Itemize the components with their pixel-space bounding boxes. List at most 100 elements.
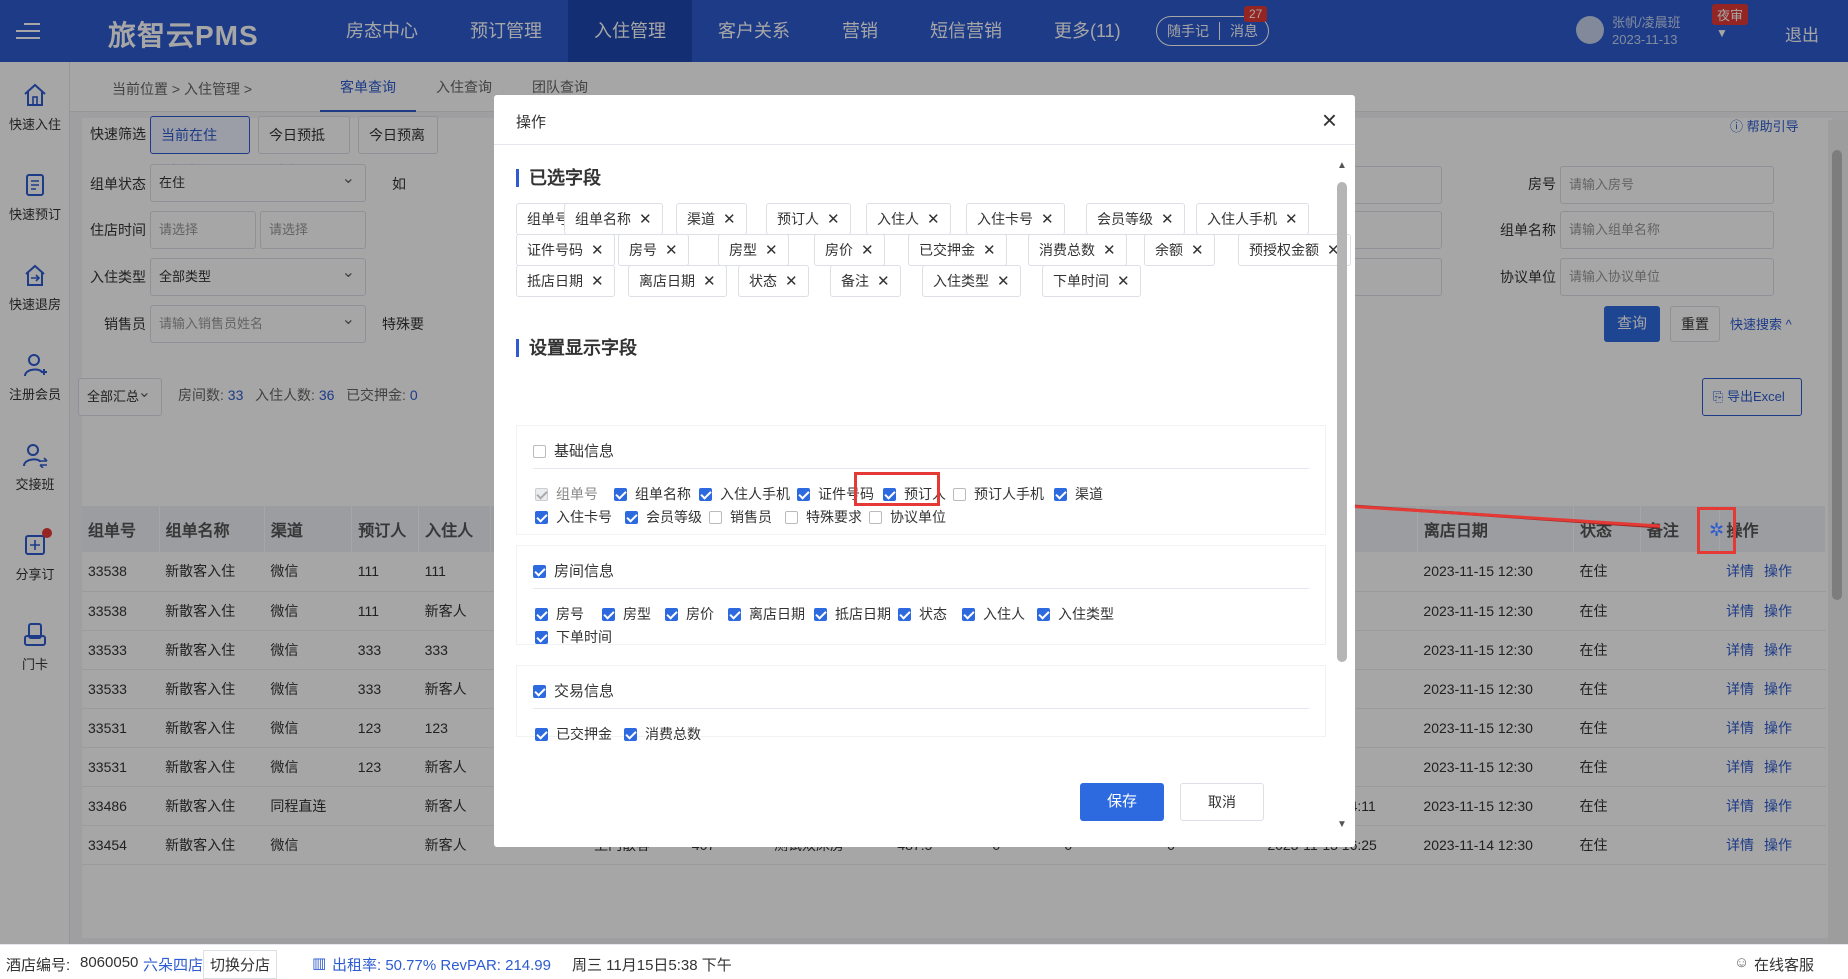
- field-label: 组单名称: [635, 486, 691, 502]
- remove-tag-icon[interactable]: ✕: [639, 211, 652, 228]
- field-checkbox[interactable]: 协议单位: [869, 507, 946, 527]
- checkbox-icon[interactable]: [797, 488, 810, 501]
- selected-field-tag: 组单名称 ✕: [564, 203, 663, 235]
- checkbox-icon[interactable]: [814, 608, 827, 621]
- selected-field-tag: 房型 ✕: [718, 234, 789, 266]
- field-label: 渠道: [1075, 486, 1103, 502]
- remove-tag-icon[interactable]: ✕: [591, 242, 604, 259]
- save-button[interactable]: 保存: [1080, 783, 1164, 821]
- field-checkbox[interactable]: 渠道: [1054, 484, 1103, 504]
- checkbox-icon[interactable]: [533, 565, 546, 578]
- online-support-button[interactable]: 在线客服: [1754, 954, 1814, 975]
- checkbox-icon[interactable]: [785, 511, 798, 524]
- checkbox-icon[interactable]: [898, 608, 911, 621]
- remove-tag-icon[interactable]: ✕: [1191, 242, 1204, 259]
- checkbox-icon[interactable]: [535, 511, 548, 524]
- tag-label: 房价: [825, 242, 853, 258]
- field-checkbox[interactable]: 销售员: [709, 507, 772, 527]
- remove-tag-icon[interactable]: ✕: [723, 211, 736, 228]
- checkbox-icon[interactable]: [1054, 488, 1067, 501]
- field-checkbox[interactable]: 已交押金: [535, 724, 612, 744]
- remove-tag-icon[interactable]: ✕: [785, 273, 798, 290]
- remove-tag-icon[interactable]: ✕: [1117, 273, 1130, 290]
- checkbox-icon[interactable]: [1037, 608, 1050, 621]
- annotation-highlight-gear: ✲: [1697, 507, 1736, 554]
- selected-field-tag: 消费总数 ✕: [1028, 234, 1127, 266]
- remove-tag-icon[interactable]: ✕: [861, 242, 874, 259]
- cancel-button[interactable]: 取消: [1180, 783, 1264, 821]
- remove-tag-icon[interactable]: ✕: [1103, 242, 1116, 259]
- field-checkbox[interactable]: 状态: [898, 604, 947, 624]
- checkbox-icon[interactable]: [665, 608, 678, 621]
- group-checkbox[interactable]: 基础信息: [533, 440, 614, 461]
- checkbox-icon[interactable]: [728, 608, 741, 621]
- field-label: 入住类型: [1058, 606, 1114, 622]
- field-checkbox[interactable]: 入住类型: [1037, 604, 1114, 624]
- field-checkbox: 组单号: [535, 484, 598, 504]
- scroll-down-icon[interactable]: ▼: [1337, 819, 1347, 830]
- checkbox-icon[interactable]: [625, 511, 638, 524]
- checkbox-icon[interactable]: [614, 488, 627, 501]
- field-checkbox[interactable]: 特殊要求: [785, 507, 862, 527]
- remove-tag-icon[interactable]: ✕: [997, 273, 1010, 290]
- tag-label: 状态: [749, 273, 777, 289]
- field-checkbox[interactable]: 下单时间: [535, 627, 612, 647]
- checkbox-icon[interactable]: [535, 631, 548, 644]
- group-checkbox[interactable]: 房间信息: [533, 560, 614, 581]
- field-checkbox[interactable]: 房价: [665, 604, 714, 624]
- remove-tag-icon[interactable]: ✕: [1041, 211, 1054, 228]
- field-checkbox[interactable]: 入住人: [962, 604, 1025, 624]
- switch-store-button[interactable]: 切换分店: [203, 950, 278, 979]
- selected-field-tag: 备注 ✕: [830, 265, 901, 297]
- group-name: 基础信息: [554, 443, 615, 460]
- remove-tag-icon[interactable]: ✕: [1161, 211, 1174, 228]
- checkbox-icon[interactable]: [962, 608, 975, 621]
- checkbox-icon[interactable]: [624, 728, 637, 741]
- group-checkbox[interactable]: 交易信息: [533, 680, 614, 701]
- selected-field-tag: 下单时间 ✕: [1042, 265, 1141, 297]
- checkbox-icon[interactable]: [709, 511, 722, 524]
- dialog-scroll-thumb[interactable]: [1337, 182, 1347, 662]
- gear-icon[interactable]: ✲: [1700, 510, 1733, 551]
- group-divider: [533, 588, 1309, 589]
- remove-tag-icon[interactable]: ✕: [877, 273, 890, 290]
- checkbox-icon[interactable]: [699, 488, 712, 501]
- field-checkbox[interactable]: 入住卡号: [535, 507, 612, 527]
- checkbox-icon[interactable]: [533, 445, 546, 458]
- field-checkbox[interactable]: 入住人手机: [699, 484, 790, 504]
- selected-field-tag: 入住人 ✕: [866, 203, 951, 235]
- remove-tag-icon[interactable]: ✕: [765, 242, 778, 259]
- checkbox-icon[interactable]: [953, 488, 966, 501]
- field-settings-dialog: 操作 × 已选字段 组单号 组单名称 ✕ 渠道 ✕ 预订人 ✕ 入住人 ✕ 入住卡号 ✕ 会员等级 ✕ 入…: [494, 95, 1355, 847]
- field-checkbox[interactable]: 房型: [602, 604, 651, 624]
- field-checkbox[interactable]: 组单名称: [614, 484, 691, 504]
- remove-tag-icon[interactable]: ✕: [665, 242, 678, 259]
- tag-label: 备注: [841, 273, 869, 289]
- group-name: 交易信息: [554, 683, 615, 700]
- field-checkbox[interactable]: 抵店日期: [814, 604, 891, 624]
- field-checkbox[interactable]: 房号: [535, 604, 584, 624]
- checkbox-icon[interactable]: [535, 728, 548, 741]
- remove-tag-icon[interactable]: ✕: [983, 242, 996, 259]
- checkbox-icon[interactable]: [869, 511, 882, 524]
- selected-fields-title: 已选字段: [516, 169, 601, 187]
- close-icon[interactable]: ×: [1322, 105, 1337, 136]
- dialog-scrollbar[interactable]: ▲ ▼: [1336, 160, 1348, 830]
- field-checkbox[interactable]: 预订人手机: [953, 484, 1044, 504]
- field-checkbox[interactable]: 会员等级: [625, 507, 702, 527]
- tag-label: 入住人: [877, 211, 919, 227]
- checkbox-icon[interactable]: [535, 608, 548, 621]
- tag-label: 消费总数: [1039, 242, 1095, 258]
- remove-tag-icon[interactable]: ✕: [927, 211, 940, 228]
- remove-tag-icon[interactable]: ✕: [1285, 211, 1298, 228]
- selected-field-tag: 会员等级 ✕: [1086, 203, 1185, 235]
- field-checkbox[interactable]: 消费总数: [624, 724, 701, 744]
- field-checkbox[interactable]: 离店日期: [728, 604, 805, 624]
- scroll-up-icon[interactable]: ▲: [1337, 160, 1347, 171]
- checkbox-icon[interactable]: [602, 608, 615, 621]
- selected-field-tag: 状态 ✕: [738, 265, 809, 297]
- remove-tag-icon[interactable]: ✕: [591, 273, 604, 290]
- remove-tag-icon[interactable]: ✕: [827, 211, 840, 228]
- checkbox-icon[interactable]: [533, 685, 546, 698]
- remove-tag-icon[interactable]: ✕: [703, 273, 716, 290]
